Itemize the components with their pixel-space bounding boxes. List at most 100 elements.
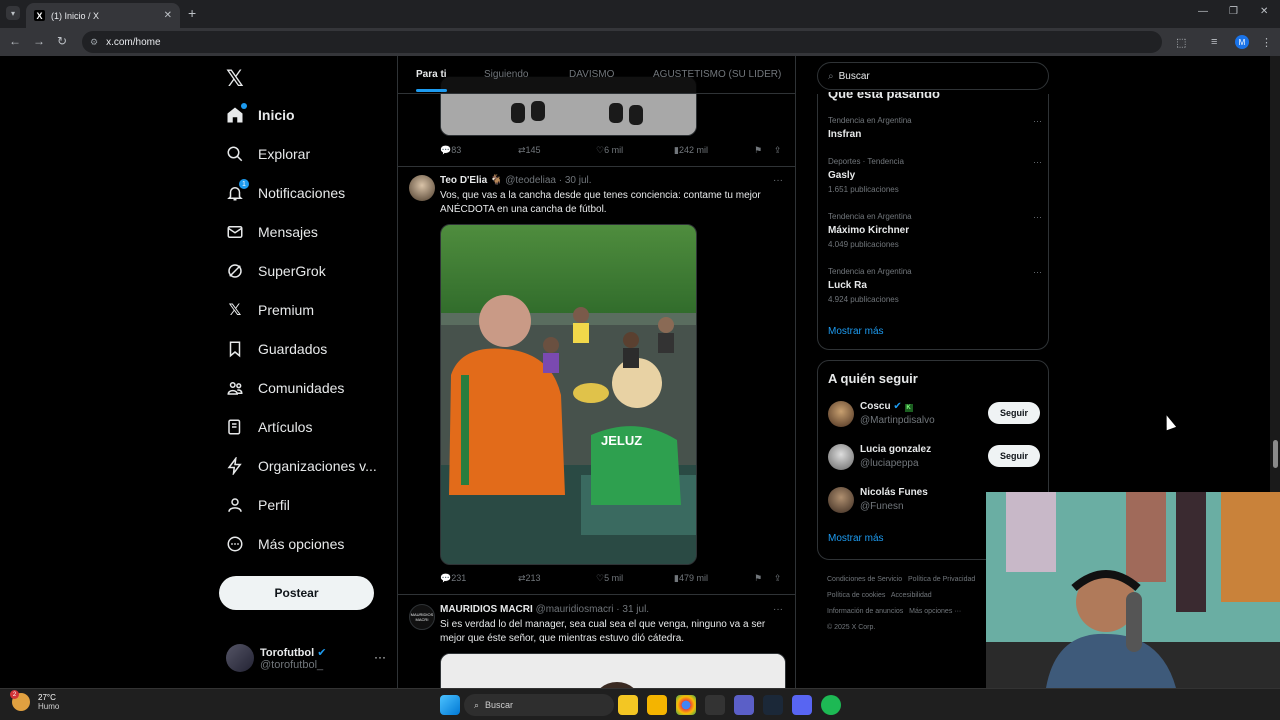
tab-siguiendo[interactable]: Siguiendo — [484, 69, 528, 80]
scrollbar-thumb[interactable] — [1273, 440, 1278, 468]
tab-search-icon[interactable]: ▾ — [6, 6, 20, 20]
post-button[interactable]: Postear — [219, 576, 374, 610]
restore-icon[interactable]: ❐ — [1229, 6, 1238, 17]
forward-icon[interactable]: → — [33, 34, 45, 48]
nav-home[interactable]: Inicio — [224, 98, 295, 132]
show-more-link[interactable]: Mostrar más — [828, 326, 884, 337]
footer-link[interactable]: Política de Privacidad — [908, 576, 975, 583]
tab-davismo[interactable]: DAVISMO — [569, 69, 614, 80]
trend-item[interactable]: Tendencia en Argentina Máximo Kirchner 4… — [828, 212, 1042, 249]
x-logo-icon[interactable]: 𝕏 — [226, 66, 244, 92]
copilot-icon[interactable] — [618, 695, 638, 715]
tweet-date[interactable]: · 30 jul. — [559, 175, 592, 186]
discord-icon[interactable] — [792, 695, 812, 715]
like-button[interactable]: ♡ 5 mil — [596, 573, 623, 584]
menu-icon[interactable]: ⋮ — [1261, 36, 1272, 49]
minimize-icon[interactable]: — — [1198, 6, 1208, 17]
nav-communities[interactable]: Comunidades — [224, 371, 344, 405]
trend-count: 4.049 publicaciones — [828, 240, 899, 249]
chrome-icon[interactable] — [676, 695, 696, 715]
footer-link[interactable]: Accesibilidad — [891, 592, 932, 599]
browser-tab[interactable]: X (1) Inicio / X ✕ — [26, 3, 180, 28]
address-bar[interactable]: ⚙ x.com/home — [82, 31, 1162, 53]
share-icon[interactable]: ⇪ — [774, 145, 782, 156]
start-icon[interactable] — [440, 695, 460, 715]
views-button[interactable]: ▮ 479 mil — [674, 573, 708, 584]
taskbar-search[interactable]: ⌕ Buscar — [464, 694, 614, 716]
nav-organizations[interactable]: Organizaciones v... — [224, 449, 377, 483]
more-icon[interactable]: ··· — [773, 175, 783, 186]
nav-more-options[interactable]: Más opciones — [224, 527, 344, 561]
nav-bookmarks[interactable]: Guardados — [224, 332, 327, 366]
nav-articles[interactable]: Artículos — [224, 410, 312, 444]
follow-suggestion[interactable]: Coscu ✔ K @Martinpdisalvo Seguir — [828, 399, 1040, 433]
show-more-link[interactable]: Mostrar más — [828, 533, 884, 544]
tweet-media-image[interactable] — [440, 653, 786, 688]
repost-button[interactable]: ⇄ 213 — [518, 573, 541, 584]
avatar[interactable] — [409, 175, 435, 201]
new-tab-icon[interactable]: + — [188, 5, 196, 21]
more-icon[interactable]: ··· — [1033, 157, 1042, 167]
bookmark-icon[interactable]: ⚑ — [754, 145, 762, 156]
tweet-date[interactable]: · 31 jul. — [616, 604, 649, 615]
trend-item[interactable]: Tendencia en Argentina Insfran ··· — [828, 116, 1042, 140]
close-window-icon[interactable]: ✕ — [1260, 6, 1268, 17]
article-icon — [224, 416, 246, 438]
avatar[interactable]: MAURIDIOS MACRI — [409, 604, 435, 630]
spotify-icon[interactable] — [821, 695, 841, 715]
views-button[interactable]: ▮ 242 mil — [674, 145, 708, 156]
nav-premium[interactable]: 𝕏 Premium — [224, 293, 314, 327]
follow-button[interactable]: Seguir — [988, 445, 1040, 467]
nav-notifications[interactable]: 1 Notificaciones — [224, 176, 345, 210]
footer-link[interactable]: Condiciones de Servicio — [827, 576, 902, 583]
more-icon[interactable]: ··· — [374, 650, 386, 664]
teams-icon[interactable] — [734, 695, 754, 715]
tweet-author-name[interactable]: MAURIDIOS MACRI — [440, 604, 533, 615]
share-icon[interactable]: ⇪ — [774, 573, 782, 584]
app-icon[interactable] — [705, 695, 725, 715]
tweet-media-image[interactable]: JELUZ — [440, 224, 697, 565]
like-button[interactable]: ♡ 6 mil — [596, 145, 623, 156]
more-icon[interactable]: ··· — [1033, 212, 1042, 222]
nav-supergrok[interactable]: SuperGrok — [224, 254, 326, 288]
file-explorer-icon[interactable] — [647, 695, 667, 715]
tweet-author-name[interactable]: Teo D'Elia 🐐 — [440, 175, 502, 186]
tab-para-ti[interactable]: Para ti — [416, 69, 447, 92]
footer-more[interactable]: Más opciones ··· — [909, 608, 961, 615]
verified-icon: ✔ — [317, 646, 327, 659]
search-icon — [224, 143, 246, 165]
follow-button[interactable]: Seguir — [988, 402, 1040, 424]
steam-icon[interactable] — [763, 695, 783, 715]
weather-widget[interactable]: 2 27°C Humo — [10, 690, 59, 711]
extensions-icon[interactable]: ⬚ — [1176, 36, 1186, 49]
nav-profile[interactable]: Perfil — [224, 488, 290, 522]
tab-agustetismo[interactable]: AGUSTETISMO (SU LIDER) — [653, 69, 781, 80]
repost-button[interactable]: ⇄ 145 — [518, 145, 541, 156]
site-info-icon[interactable]: ⚙ — [90, 37, 98, 48]
bookmark-icon[interactable]: ⚑ — [754, 573, 762, 584]
close-tab-icon[interactable]: ✕ — [164, 10, 172, 21]
more-icon[interactable]: ··· — [1033, 267, 1042, 277]
tweet-author-handle[interactable]: @teodeliaa — [505, 175, 556, 186]
footer-link[interactable]: Política de cookies — [827, 592, 885, 599]
nav-messages[interactable]: Mensajes — [224, 215, 318, 249]
search-input[interactable]: ⌕ Buscar — [817, 62, 1049, 90]
trend-item[interactable]: Tendencia en Argentina Luck Ra 4.924 pub… — [828, 267, 1042, 304]
follow-suggestion[interactable]: Lucia gonzalez @luciapeppa Seguir — [828, 442, 1040, 476]
trend-item[interactable]: Deportes · Tendencia Gasly 1.651 publica… — [828, 157, 1042, 194]
reading-list-icon[interactable]: ≡ — [1211, 36, 1217, 48]
more-icon[interactable]: ··· — [1033, 116, 1042, 126]
reply-button[interactable]: 💬 231 — [440, 573, 466, 584]
reload-icon[interactable]: ↻ — [57, 34, 67, 48]
tweet-author-handle[interactable]: @mauridiosmacri — [536, 604, 614, 615]
nav-explore[interactable]: Explorar — [224, 137, 310, 171]
profile-avatar[interactable]: M — [1235, 35, 1249, 49]
footer-link[interactable]: Información de anuncios — [827, 608, 903, 615]
reply-button[interactable]: 💬 83 — [440, 145, 461, 156]
reply-count: 231 — [451, 573, 467, 583]
like-count: 5 mil — [604, 573, 624, 583]
account-switcher[interactable]: Torofutbol ✔ @torofutbol_ ··· — [226, 640, 386, 676]
search-placeholder: Buscar — [838, 70, 870, 82]
more-icon[interactable]: ··· — [773, 604, 783, 615]
back-icon[interactable]: ← — [9, 34, 21, 48]
